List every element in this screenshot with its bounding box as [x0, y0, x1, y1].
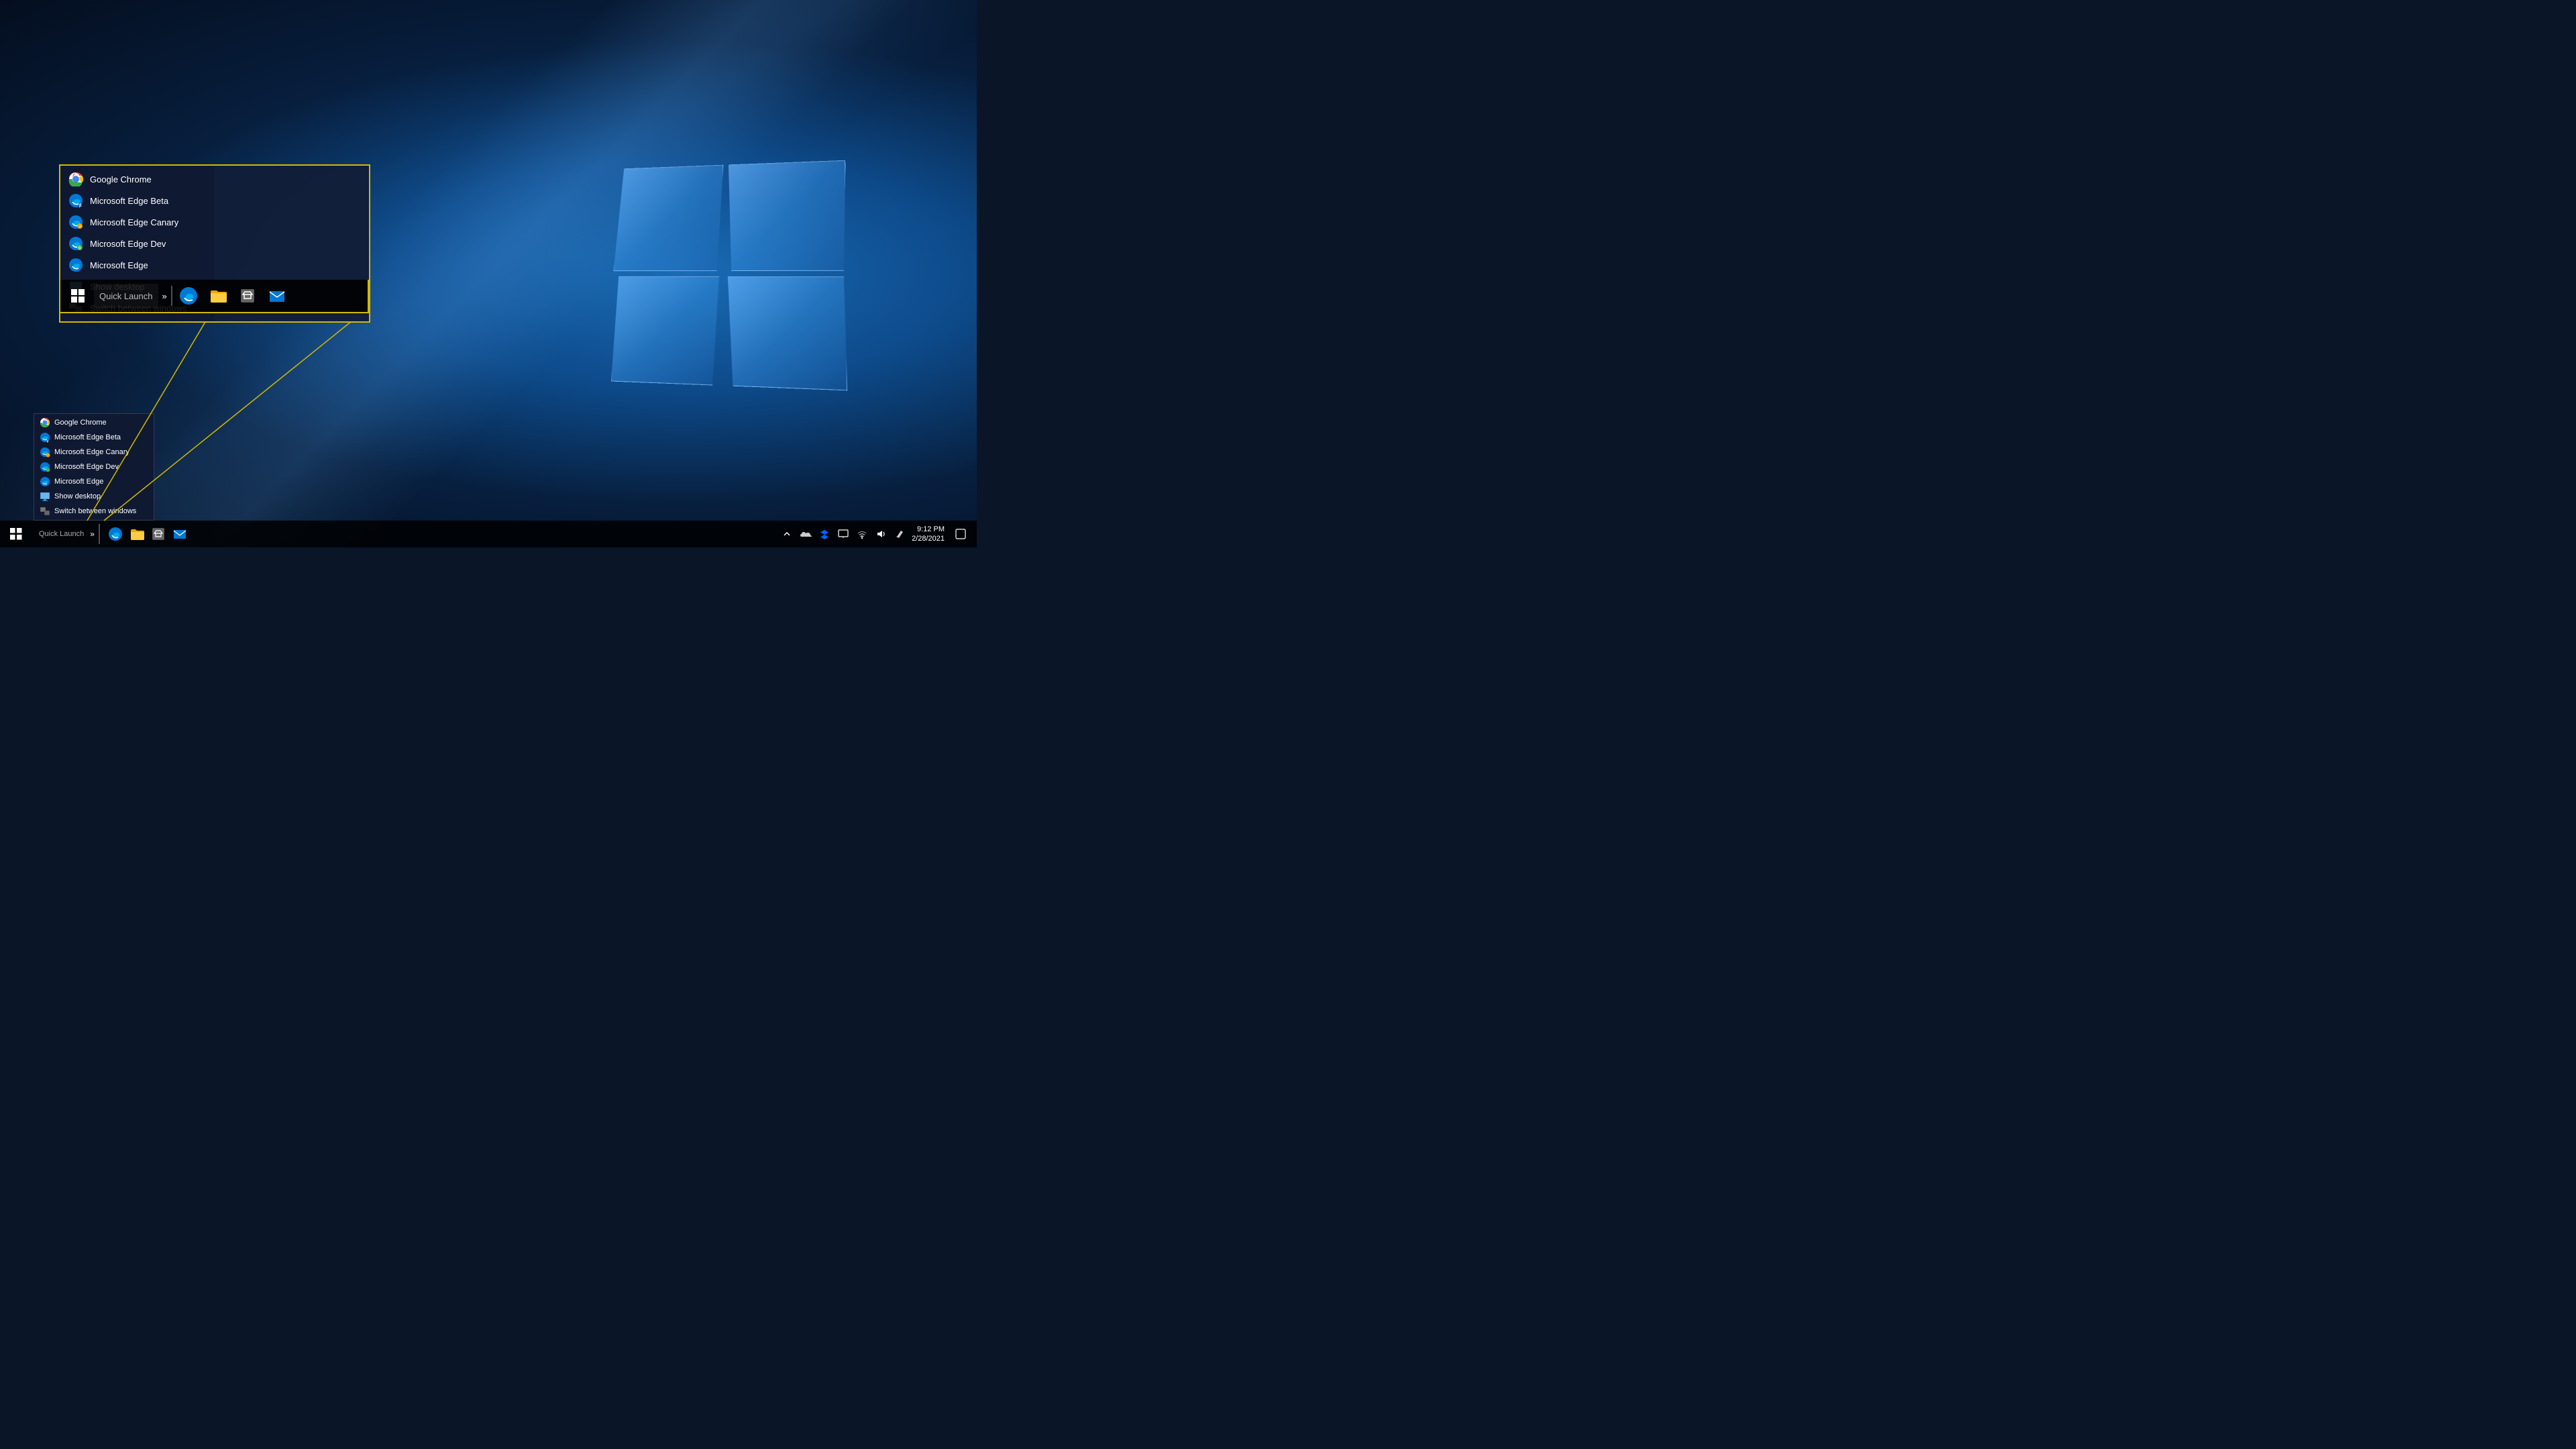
taskbar-zoomed: Quick Launch »: [59, 280, 369, 313]
stylus-icon: [894, 529, 905, 539]
system-tray: 9:12 PM 2/28/2021: [775, 521, 977, 547]
list-item[interactable]: β Microsoft Edge Beta: [60, 190, 215, 211]
taskbar-separator: [171, 286, 172, 306]
item-label: Show desktop: [54, 492, 101, 500]
dropbox-icon[interactable]: [818, 527, 831, 541]
switch-windows-icon-small: [40, 506, 50, 517]
start-button-large[interactable]: [64, 282, 91, 309]
notification-icon: [955, 529, 966, 539]
clock-date: 2/28/2021: [912, 534, 945, 543]
chrome-icon: [68, 172, 83, 186]
quick-launch-text: Quick Launch: [99, 291, 153, 301]
list-item[interactable]: Microsoft Edge Canary: [34, 445, 154, 460]
edge-icon-taskbar: [179, 286, 198, 305]
edge-taskbar[interactable]: [105, 523, 126, 545]
list-item[interactable]: Google Chrome: [34, 415, 154, 430]
store-icon: [238, 286, 257, 305]
list-item[interactable]: Microsoft Edge: [60, 254, 215, 276]
windows-logo: [608, 163, 843, 384]
expand-arrows[interactable]: »: [161, 291, 168, 301]
item-label: Google Chrome: [54, 419, 107, 427]
wifi-icon[interactable]: [855, 527, 869, 541]
start-icon: [10, 528, 22, 540]
onedrive-icon[interactable]: [799, 527, 812, 541]
pen-icon[interactable]: [893, 527, 906, 541]
edge-taskbar-icon[interactable]: [175, 282, 202, 309]
start-button[interactable]: [0, 521, 32, 547]
store-taskbar-icon[interactable]: [234, 282, 261, 309]
list-item[interactable]: β Microsoft Edge Beta: [34, 430, 154, 445]
list-item[interactable]: Show desktop: [34, 489, 154, 504]
separator: [99, 524, 100, 544]
show-hidden-icons[interactable]: [780, 527, 794, 541]
mail-icon: [268, 286, 286, 305]
item-label: Switch between windows: [54, 507, 136, 515]
item-label: Microsoft Edge Dev: [54, 463, 119, 471]
list-item[interactable]: D Microsoft Edge Dev: [60, 233, 215, 254]
edge-dev-icon-small: [40, 462, 50, 472]
clock-time: 9:12 PM: [917, 525, 945, 534]
mail-icon-tb: [172, 527, 187, 541]
store-icon-tb: [151, 527, 166, 541]
desktop: Google Chrome β Microsoft Edge Beta ✓: [0, 0, 977, 547]
chrome-icon-small: [40, 417, 50, 428]
edge-icon-small: [40, 476, 50, 487]
svg-text:D: D: [78, 247, 81, 251]
list-item-label: Google Chrome: [90, 174, 152, 184]
quick-launch-popup-small: Google Chrome β Microsoft Edge Beta Micr…: [34, 413, 154, 521]
speaker-icon: [875, 529, 886, 539]
quick-launch-area[interactable]: Quick Launch »: [32, 521, 105, 547]
svg-text:β: β: [79, 204, 82, 208]
mail-taskbar[interactable]: [169, 523, 191, 545]
edge-icon-tb: [108, 527, 123, 541]
display-icon[interactable]: [837, 527, 850, 541]
edge-dev-icon: D: [68, 236, 83, 251]
list-item[interactable]: Switch between windows: [34, 504, 154, 519]
list-item-label: Microsoft Edge Dev: [90, 239, 166, 249]
list-item[interactable]: ✓ Microsoft Edge Canary: [60, 211, 215, 233]
mail-taskbar-icon[interactable]: [264, 282, 290, 309]
edge-canary-icon: ✓: [68, 215, 83, 229]
list-item[interactable]: Microsoft Edge: [34, 474, 154, 489]
quick-launch-label-large[interactable]: Quick Launch: [94, 284, 158, 308]
store-taskbar[interactable]: [148, 523, 169, 545]
edge-beta-icon: β: [68, 193, 83, 208]
monitor-icon: [838, 529, 849, 539]
clock[interactable]: 9:12 PM 2/28/2021: [912, 525, 945, 544]
windows-start-icon: [70, 288, 85, 303]
cloud-icon: [800, 530, 812, 538]
volume-icon[interactable]: [874, 527, 888, 541]
edge-canary-icon-small: [40, 447, 50, 458]
list-item-label: Microsoft Edge Beta: [90, 196, 168, 206]
show-desktop-icon-small: [40, 491, 50, 502]
list-item-label: Microsoft Edge: [90, 260, 148, 270]
dropbox-symbol: [819, 529, 830, 539]
edge-beta-icon-small: β: [40, 432, 50, 443]
folder-icon: [209, 286, 227, 305]
item-label: Microsoft Edge Canary: [54, 448, 129, 456]
wifi-symbol: [857, 529, 867, 539]
item-label: Microsoft Edge Beta: [54, 433, 121, 441]
list-item[interactable]: Microsoft Edge Dev: [34, 460, 154, 474]
taskbar: Quick Launch »: [0, 521, 977, 547]
edge-icon: [68, 258, 83, 272]
file-explorer-taskbar-icon[interactable]: [205, 282, 231, 309]
expand-button[interactable]: »: [89, 529, 95, 539]
folder-icon-tb: [129, 527, 144, 541]
list-item[interactable]: Google Chrome: [60, 168, 215, 190]
chevron-up-icon: [783, 530, 791, 538]
item-label: Microsoft Edge: [54, 478, 103, 486]
file-explorer-taskbar[interactable]: [126, 523, 148, 545]
list-item-label: Microsoft Edge Canary: [90, 217, 178, 227]
notification-center[interactable]: [950, 521, 971, 547]
svg-text:✓: ✓: [79, 225, 82, 229]
quick-launch-label: Quick Launch: [35, 530, 88, 538]
